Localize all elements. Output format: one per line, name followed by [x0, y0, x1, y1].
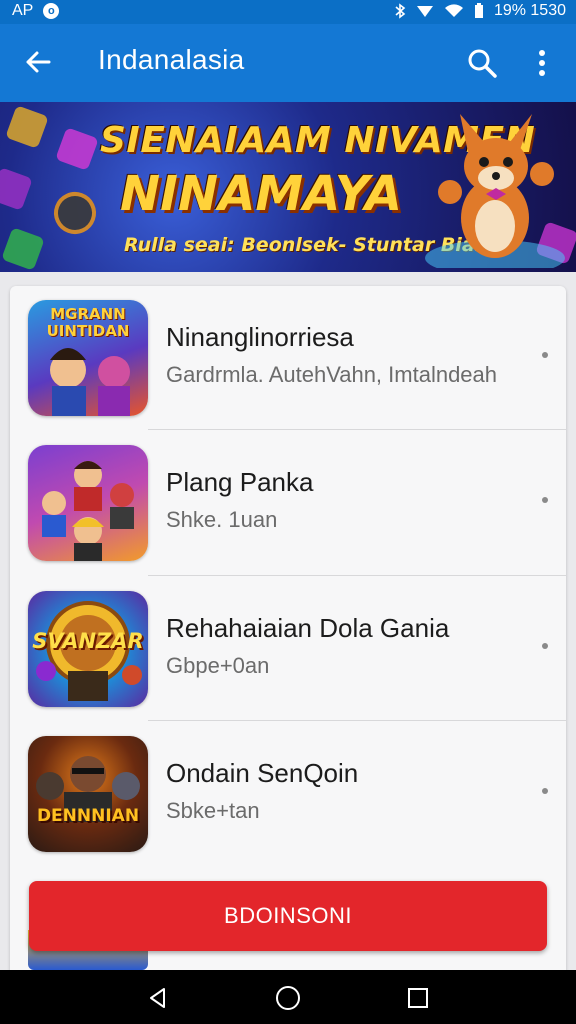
nav-back-button[interactable]: [138, 980, 178, 1016]
decorative-cube: [55, 127, 99, 171]
list-item[interactable]: MGRANN UINTIDAN Ninanglinorriesa Gardrml…: [10, 286, 566, 431]
decorative-cube: [48, 186, 102, 240]
more-vertical-icon: [539, 50, 545, 76]
status-bar: AP o 19% 1530: [0, 0, 576, 24]
app-meta: Gardrmla. AutehVahn, Imtalndeah: [166, 362, 498, 387]
thumbnail-title: DENNNIAN: [36, 806, 140, 826]
wifi-icon: [444, 4, 463, 17]
list-item[interactable]: SVANZAR Rehahaiaian Dola Gania Gbpe+0an: [10, 577, 566, 722]
thumbnail-title: SVANZAR: [32, 629, 144, 653]
page-title: Indanalasia: [98, 44, 245, 75]
more-dot-icon[interactable]: [542, 643, 548, 649]
list-divider: [148, 429, 566, 430]
list-divider: [148, 720, 566, 721]
game-thumbnail-icon: SVANZAR: [28, 591, 148, 707]
more-dot-icon[interactable]: [542, 497, 548, 503]
decorative-cube: [5, 105, 49, 149]
notification-icon: o: [43, 3, 60, 19]
status-right-text: 19% 1530: [493, 2, 566, 19]
square-recents-icon: [408, 988, 428, 1008]
primary-action-button[interactable]: BDOINSONI: [29, 881, 547, 951]
nav-recents-button[interactable]: [398, 980, 438, 1016]
app-toolbar: Indanalasia: [0, 24, 576, 102]
game-thumbnail-icon: DENNNIAN: [28, 736, 148, 852]
status-left-text: AP: [12, 2, 34, 19]
app-name: Plang Panka: [166, 467, 314, 497]
back-button[interactable]: [18, 42, 58, 82]
circle-home-icon: [276, 986, 300, 1010]
triangle-back-icon: [150, 988, 165, 1008]
more-dot-icon[interactable]: [542, 788, 548, 794]
decorative-cube: [1, 227, 45, 271]
list-item[interactable]: Plang Panka Shke. 1uan: [10, 431, 566, 576]
list-divider: [148, 575, 566, 576]
app-meta: Shke. 1uan: [166, 507, 278, 532]
status-bar-right: 19% 1530: [394, 2, 566, 20]
signal-icon: [416, 6, 433, 17]
app-name: Ondain SenQoin: [166, 758, 359, 788]
bluetooth-icon: [395, 3, 406, 19]
app-meta: Gbpe+0an: [166, 653, 270, 678]
banner-headline-line2: NINAMAYA: [120, 166, 403, 222]
more-dot-icon[interactable]: [542, 352, 548, 358]
system-nav-bar: [0, 970, 576, 1024]
promo-banner[interactable]: SIENAIAAM NIVAMEN NINAMAYA Rulla seai: B…: [0, 102, 576, 272]
game-thumbnail-icon: MGRANN UINTIDAN: [28, 300, 148, 416]
nav-home-button[interactable]: [268, 980, 308, 1016]
search-button[interactable]: [460, 42, 504, 84]
list-item[interactable]: DENNNIAN Ondain SenQoin Sbke+tan: [10, 722, 566, 867]
app-name: Ninanglinorriesa: [166, 322, 354, 352]
arrow-left-icon: [26, 51, 51, 73]
search-icon: [468, 49, 497, 78]
decorative-cube: [0, 167, 33, 211]
fox-mascot-icon: [425, 114, 565, 268]
game-thumbnail-icon: [28, 445, 148, 561]
status-bar-left: AP o: [12, 2, 60, 20]
more-options-button[interactable]: [524, 42, 560, 84]
app-meta: Sbke+tan: [166, 798, 260, 823]
app-name: Rehahaiaian Dola Gania: [166, 613, 450, 643]
battery-icon: [474, 3, 483, 18]
